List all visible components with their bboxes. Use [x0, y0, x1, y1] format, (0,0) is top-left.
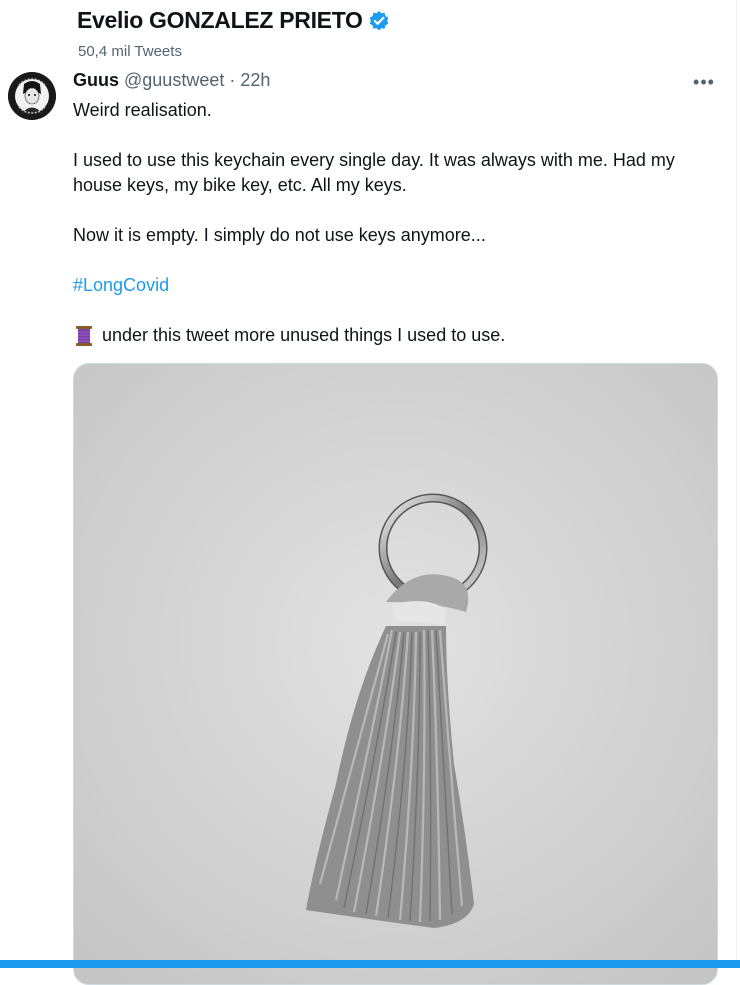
tweet-text-line: I used to use this keychain every single… — [73, 150, 675, 195]
verified-badge-icon[interactable] — [368, 10, 390, 32]
column-border — [736, 0, 737, 968]
profile-title: Evelio GONZALEZ PRIETO — [77, 7, 390, 34]
profile-header: Evelio GONZALEZ PRIETO 50,4 mil Tweets — [0, 0, 736, 64]
tweet-time[interactable]: 22h — [240, 70, 270, 91]
tweet-text-line: Now it is empty. I simply do not use key… — [73, 225, 486, 245]
spool-of-thread-icon — [73, 325, 95, 347]
tweet-text-line-thread: under this tweet more unused things I us… — [73, 323, 723, 348]
author-handle[interactable]: @guustweet — [124, 70, 224, 91]
more-options-icon[interactable]: ••• — [690, 72, 718, 92]
bottom-accent-bar — [0, 960, 740, 968]
avatar[interactable] — [8, 72, 56, 120]
tweet-text-line: Weird realisation. — [73, 100, 212, 120]
tweet[interactable]: Guus @guustweet · 22h ••• Weird realisat… — [0, 64, 736, 985]
tweet-count: 50,4 mil Tweets — [78, 43, 182, 60]
separator-dot: · — [229, 70, 236, 90]
hashtag-link[interactable]: #LongCovid — [73, 273, 723, 298]
author-name[interactable]: Guus — [73, 70, 119, 91]
profile-name: Evelio GONZALEZ PRIETO — [77, 7, 363, 33]
tweet-header: Guus @guustweet · 22h — [73, 70, 270, 91]
thread-text: under this tweet more unused things I us… — [102, 325, 506, 345]
tweet-photo[interactable] — [73, 363, 718, 985]
